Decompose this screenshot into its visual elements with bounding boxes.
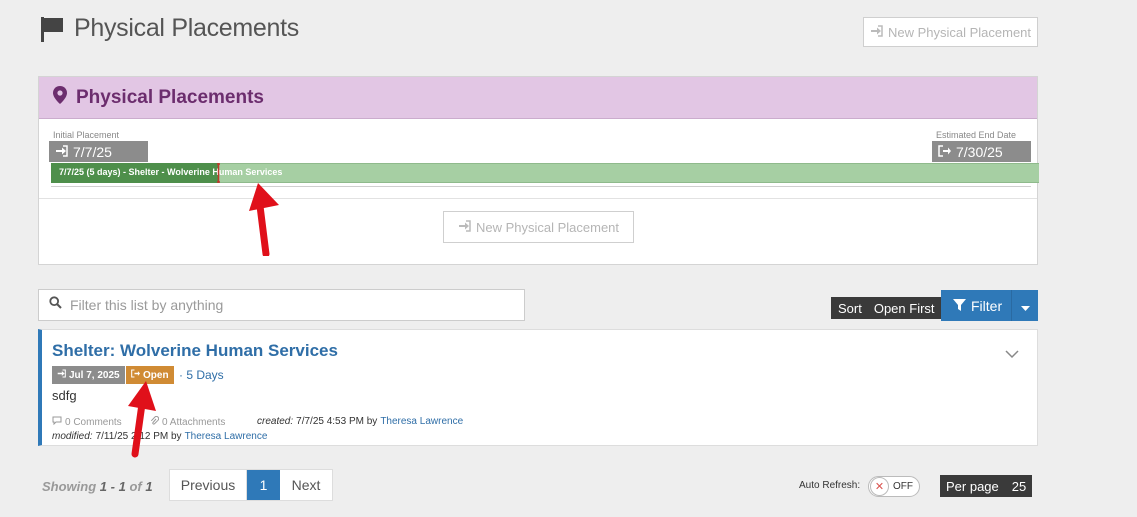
- close-icon: ✕: [870, 477, 889, 496]
- created-info: created: 7/7/25 4:53 PM by Theresa Lawre…: [257, 416, 464, 427]
- next-page-button[interactable]: Next: [280, 470, 332, 500]
- sign-in-icon: [458, 219, 471, 235]
- initial-placement-label: Initial Placement: [53, 130, 120, 140]
- placement-title-link[interactable]: Shelter: Wolverine Human Services: [52, 341, 338, 361]
- search-icon: [49, 296, 62, 314]
- annotation-arrow-icon: [128, 381, 156, 458]
- chevron-down-icon[interactable]: [1005, 349, 1019, 359]
- modified-by-link[interactable]: Theresa Lawrence: [185, 431, 268, 442]
- sign-in-icon: [55, 144, 68, 160]
- panel-header: Physical Placements: [39, 77, 1037, 119]
- duration-text: · 5 Days: [179, 368, 224, 382]
- pagination-summary: Showing 1 - 1 of 1: [42, 479, 153, 494]
- search-input[interactable]: [70, 297, 510, 313]
- placement-description: sdfg: [52, 388, 77, 403]
- page-1-button[interactable]: 1: [247, 470, 280, 500]
- page-title: Physical Placements: [74, 14, 299, 42]
- sort-label: Sort: [838, 300, 862, 316]
- sort-button[interactable]: Sort Open First: [831, 297, 942, 319]
- comment-icon: [52, 416, 62, 428]
- auto-refresh-toggle[interactable]: ✕ OFF: [868, 476, 920, 497]
- per-page-value: 25: [1011, 478, 1027, 494]
- auto-refresh-state: OFF: [893, 481, 913, 492]
- per-page-selector[interactable]: Per page 25: [940, 475, 1033, 497]
- previous-page-button[interactable]: Previous: [170, 470, 247, 500]
- page-header: Physical Placements: [40, 14, 299, 43]
- sign-out-icon: [938, 144, 951, 160]
- new-physical-placement-label: New Physical Placement: [887, 24, 1032, 40]
- new-physical-placement-button[interactable]: New Physical Placement: [863, 17, 1038, 47]
- new-physical-placement-label: New Physical Placement: [475, 219, 620, 235]
- new-physical-placement-button[interactable]: New Physical Placement: [443, 211, 634, 243]
- sign-in-icon: [870, 24, 883, 40]
- filter-button[interactable]: Filter: [941, 298, 1011, 314]
- panel-title: Physical Placements: [76, 86, 264, 108]
- start-date-badge: Jul 7, 2025: [52, 366, 125, 384]
- caret-down-icon: [1020, 298, 1030, 314]
- timeline-placement-text[interactable]: 7/7/25 (5 days) - Shelter - Wolverine Hu…: [59, 167, 282, 177]
- annotation-arrow-icon: [249, 183, 279, 256]
- filter-dropdown-toggle[interactable]: [1011, 290, 1038, 321]
- filter-button-group: Filter: [941, 290, 1038, 321]
- timeline-axis: [51, 186, 1031, 187]
- estimated-end-date: 7/30/25: [932, 141, 1031, 162]
- map-marker-icon: [53, 86, 67, 109]
- filter-label: Filter: [971, 297, 1003, 314]
- initial-placement-date: 7/7/25: [49, 141, 148, 162]
- placements-panel: Physical Placements Initial Placement 7/…: [38, 76, 1039, 265]
- auto-refresh-label: Auto Refresh:: [799, 480, 861, 491]
- estimated-end-label: Estimated End Date: [936, 130, 1017, 140]
- filter-search-box[interactable]: [38, 289, 525, 321]
- pagination: Previous 1 Next: [169, 469, 333, 501]
- divider: [39, 198, 1037, 199]
- sort-value: Open First: [873, 300, 935, 316]
- flag-icon: [40, 16, 64, 42]
- per-page-label: Per page: [946, 478, 999, 494]
- placement-card: Shelter: Wolverine Human Services Jul 7,…: [38, 329, 1038, 446]
- today-marker: [217, 163, 220, 183]
- filter-icon: [953, 298, 966, 314]
- comments-link[interactable]: 0 Comments: [52, 416, 122, 428]
- created-by-link[interactable]: Theresa Lawrence: [380, 416, 463, 427]
- sign-in-icon: [57, 369, 66, 381]
